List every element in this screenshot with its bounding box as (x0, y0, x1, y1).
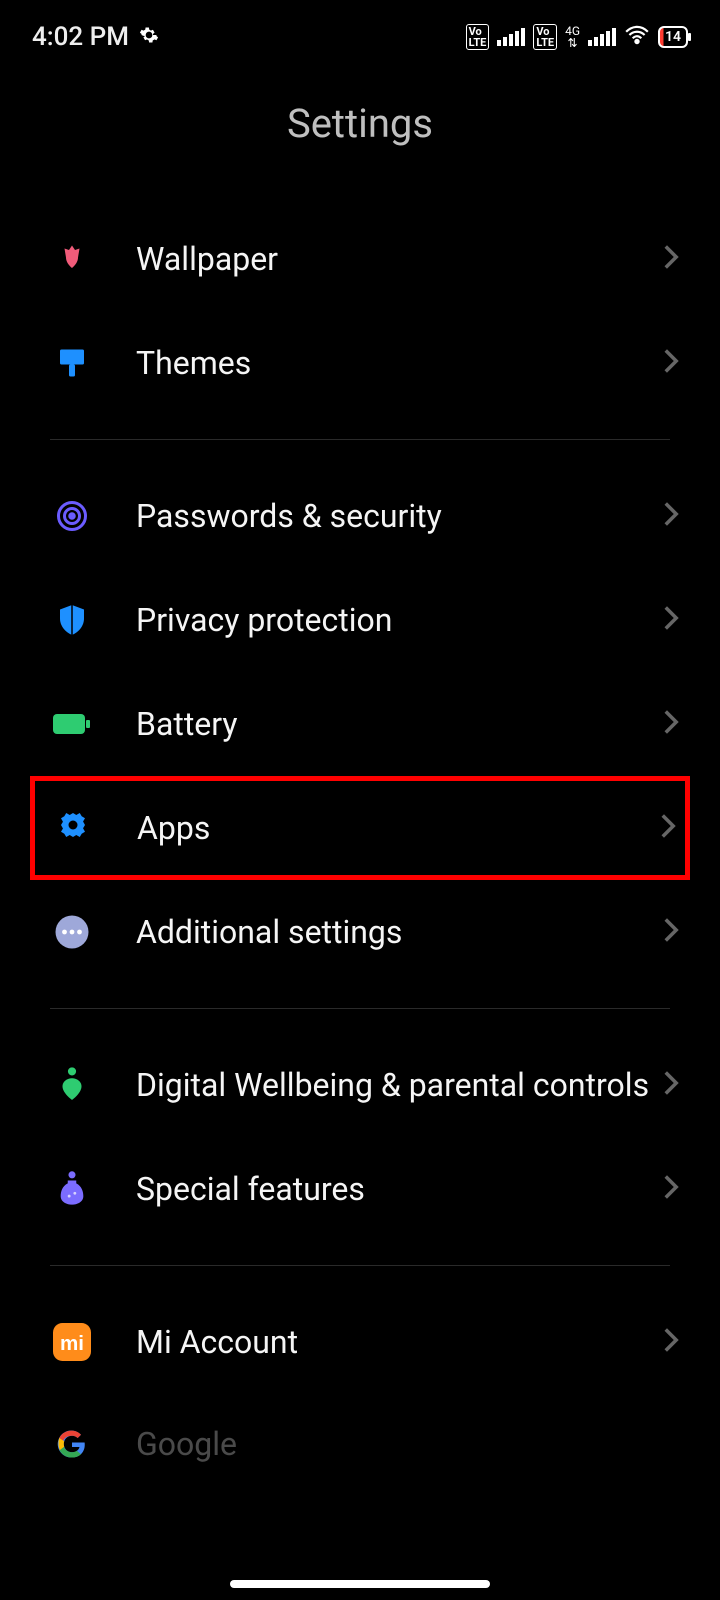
settings-item-google[interactable]: Google (0, 1394, 720, 1466)
signal-icon-1 (497, 28, 525, 46)
settings-item-mi-account[interactable]: mi Mi Account (0, 1290, 720, 1394)
gear-icon (51, 806, 95, 850)
settings-item-label: Passwords & security (136, 496, 662, 536)
settings-item-label: Privacy protection (136, 600, 662, 640)
brush-icon (50, 341, 94, 385)
more-icon (50, 910, 94, 954)
chevron-right-icon (662, 347, 680, 379)
settings-item-wallpaper[interactable]: Wallpaper (0, 207, 720, 311)
chevron-right-icon (662, 243, 680, 275)
settings-item-label: Additional settings (136, 912, 662, 952)
settings-item-apps[interactable]: Apps (30, 776, 690, 880)
settings-item-label: Google (136, 1424, 680, 1464)
shield-icon (50, 598, 94, 642)
flask-icon (50, 1167, 94, 1211)
signal-icon-2 (588, 28, 616, 46)
data-arrows-icon: ⇅ (568, 37, 578, 49)
settings-item-privacy[interactable]: Privacy protection (0, 568, 720, 672)
network-label: 4G ⇅ (565, 25, 580, 49)
settings-item-battery[interactable]: Battery (0, 672, 720, 776)
settings-item-additional[interactable]: Additional settings (0, 880, 720, 984)
tulip-icon (50, 237, 94, 281)
divider (50, 1265, 670, 1266)
settings-item-label: Battery (136, 704, 662, 744)
settings-item-label: Wallpaper (136, 239, 662, 279)
mi-icon: mi (50, 1320, 94, 1364)
settings-item-label: Digital Wellbeing & parental controls (136, 1065, 662, 1105)
google-icon (50, 1422, 94, 1466)
settings-item-label: Special features (136, 1169, 662, 1209)
chevron-right-icon (662, 1326, 680, 1358)
home-indicator[interactable] (230, 1580, 490, 1588)
divider (50, 1008, 670, 1009)
chevron-right-icon (662, 1173, 680, 1205)
wifi-icon (624, 25, 650, 49)
status-right: VoLTE VoLTE 4G ⇅ 14 (466, 24, 688, 50)
volte-icon-1: VoLTE (466, 24, 490, 50)
battery-icon (50, 702, 94, 746)
fingerprint-icon (50, 494, 94, 538)
battery-level: 14 (665, 29, 681, 45)
chevron-right-icon (662, 916, 680, 948)
settings-list: Wallpaper Themes Passwords & security Pr… (0, 207, 720, 1466)
gear-icon (139, 22, 159, 52)
status-left: 4:02 PM (32, 22, 159, 52)
settings-item-label: Mi Account (136, 1322, 662, 1362)
divider (50, 439, 670, 440)
svg-text:mi: mi (60, 1332, 84, 1355)
battery-icon: 14 (658, 26, 688, 48)
settings-item-label: Apps (137, 808, 659, 848)
chevron-right-icon (662, 1069, 680, 1101)
chevron-right-icon (659, 812, 677, 844)
volte-icon-2: VoLTE (533, 24, 557, 50)
settings-item-label: Themes (136, 343, 662, 383)
person-heart-icon (50, 1063, 94, 1107)
page-title: Settings (0, 100, 720, 147)
settings-item-themes[interactable]: Themes (0, 311, 720, 415)
chevron-right-icon (662, 708, 680, 740)
settings-item-wellbeing[interactable]: Digital Wellbeing & parental controls (0, 1033, 720, 1137)
settings-item-passwords[interactable]: Passwords & security (0, 464, 720, 568)
chevron-right-icon (662, 604, 680, 636)
chevron-right-icon (662, 500, 680, 532)
settings-item-special[interactable]: Special features (0, 1137, 720, 1241)
status-time: 4:02 PM (32, 22, 129, 52)
status-bar: 4:02 PM VoLTE VoLTE 4G ⇅ 14 (0, 0, 720, 60)
